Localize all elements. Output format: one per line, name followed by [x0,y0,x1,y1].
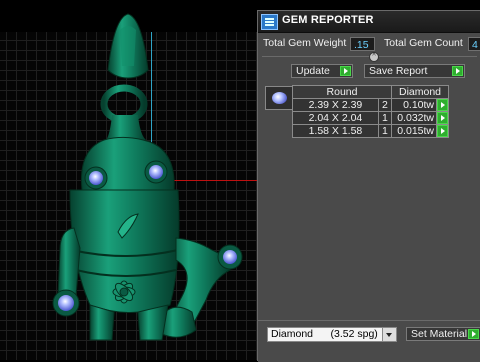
total-gem-weight-label: Total Gem Weight [263,37,347,49]
play-arrow-icon [468,329,479,339]
material-bar: Diamond (3.52 spg) Set Material [258,320,480,362]
update-button-label: Update [296,65,330,77]
gem-count: 1 [377,124,393,138]
table-row: 2.39 X 2.39 2 0.10tw [292,98,449,112]
round-gem-thumbnail[interactable] [265,86,293,110]
set-material-button-label: Set Material [411,328,468,340]
gem-count: 2 [377,98,393,112]
material-header: Diamond [391,85,449,99]
row-select-button[interactable] [437,125,448,137]
material-select[interactable]: Diamond (3.52 spg) [267,327,397,342]
gem-weight: 0.032tw [391,111,437,125]
gem-size: 2.04 X 2.04 [292,111,379,125]
total-gem-weight-value: .15 [350,37,375,51]
collapse-icon[interactable]: ^ [369,52,379,62]
gem-weight: 0.015tw [391,124,437,138]
gem-size: 2.39 X 2.39 [292,98,379,112]
panel-titlebar[interactable]: GEM REPORTER [258,11,480,33]
table-row: 1.58 X 1.58 1 0.015tw [292,124,449,138]
gem-count: 1 [377,111,393,125]
row-select-button[interactable] [437,99,448,111]
gem-reporter-app-icon [261,14,278,30]
gem-table: Round Diamond 2.39 X 2.39 2 0.10tw 2.04 … [292,85,449,138]
gem-table-header: Round Diamond [292,85,449,99]
play-arrow-icon [340,66,351,76]
update-button[interactable]: Update [291,64,353,78]
shape-header: Round [292,85,392,99]
set-material-button[interactable]: Set Material [406,327,480,341]
row-select-button[interactable] [437,112,448,124]
save-report-button-label: Save Report [369,65,428,77]
3d-viewport[interactable] [0,0,258,360]
round-gem-icon [272,92,287,104]
gem-weight: 0.10tw [391,98,437,112]
save-report-button[interactable]: Save Report [364,64,465,78]
play-arrow-icon [452,66,463,76]
gem-size: 1.58 X 1.58 [292,124,379,138]
panel-title: GEM REPORTER [282,14,374,26]
material-select-value: Diamond (3.52 spg) [271,328,378,340]
total-gem-count-value: 4 [468,37,480,51]
gem-reporter-panel: GEM REPORTER Total Gem Weight .15 Total … [257,10,480,362]
robot-pendant-model[interactable] [0,0,258,360]
total-gem-count-label: Total Gem Count [384,37,463,49]
dropdown-arrow-icon [382,328,396,341]
table-row: 2.04 X 2.04 1 0.032tw [292,111,449,125]
